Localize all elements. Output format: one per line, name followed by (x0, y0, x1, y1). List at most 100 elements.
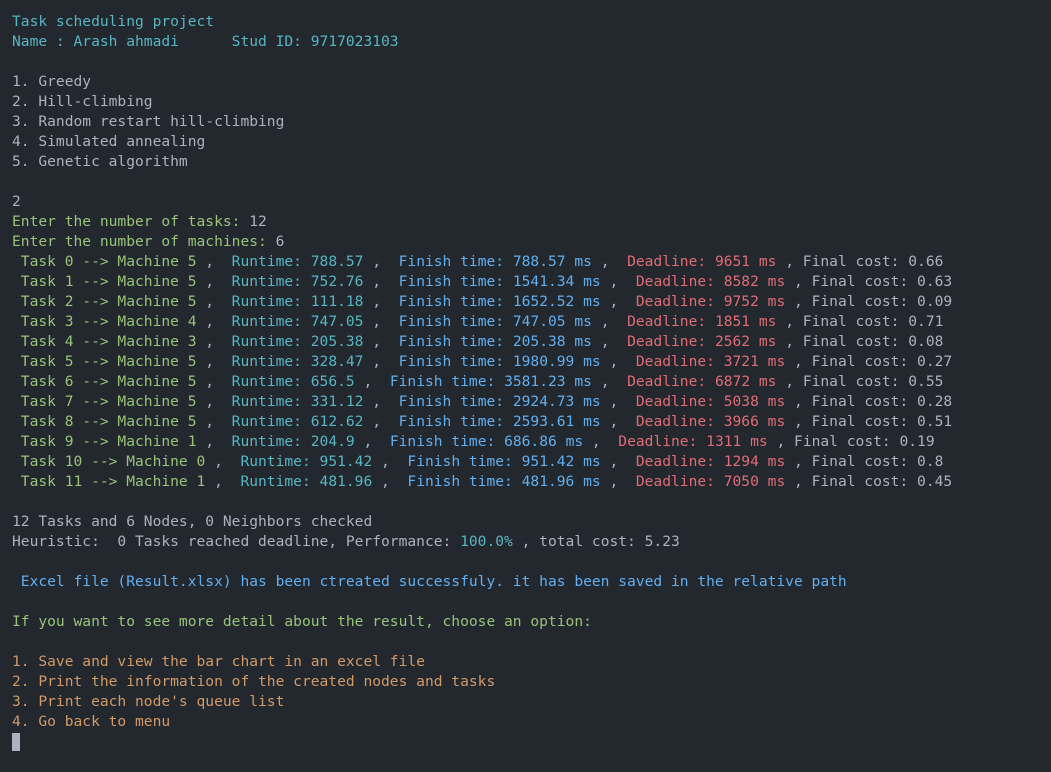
machines-prompt-label: Enter the number of machines: (12, 233, 276, 250)
sep: , (196, 313, 232, 330)
sep: , (196, 433, 232, 450)
sep: , (196, 373, 232, 390)
sep: , (363, 333, 399, 350)
sep: , (196, 333, 232, 350)
finish-time: Finish time: 686.86 ms (389, 433, 584, 450)
detail-option: 4. Go back to menu (12, 713, 171, 730)
deadline: Deadline: 8582 ms (635, 273, 786, 290)
task-label: Task 3 --> Machine 4 (12, 313, 197, 330)
sep: , (372, 473, 408, 490)
finish-time: Finish time: 747.05 ms (398, 313, 592, 330)
menu-item: 5. Genetic algorithm (12, 153, 188, 170)
detail-prompt: If you want to see more detail about the… (12, 613, 592, 630)
task-label: Task 8 --> Machine 5 (12, 413, 197, 430)
deadline: Deadline: 7050 ms (635, 473, 786, 490)
finish-time: Finish time: 951.42 ms (407, 453, 601, 470)
task-row: Task 7 --> Machine 5 , Runtime: 331.12 ,… (12, 392, 952, 412)
sep: , (600, 353, 636, 370)
sep: , (600, 453, 636, 470)
finish-time: Finish time: 481.96 ms (407, 473, 601, 490)
deadline: Deadline: 9651 ms (627, 253, 777, 270)
sep: , (591, 333, 628, 350)
sep: , (196, 253, 232, 270)
task-label: Task 0 --> Machine 5 (12, 253, 197, 270)
sep: , (363, 253, 399, 270)
heuristic-prefix: Heuristic: 0 Tasks reached deadline, Per… (12, 533, 461, 550)
sep: , (591, 253, 628, 270)
sep: , (196, 393, 232, 410)
sep: , (196, 413, 232, 430)
deadline: Deadline: 9752 ms (635, 293, 786, 310)
task-label: Task 11 --> Machine 1 (12, 473, 206, 490)
sep: , (600, 473, 636, 490)
final-cost: , Final cost: 0.09 (785, 293, 953, 310)
deadline: Deadline: 1851 ms (627, 313, 777, 330)
machines-prompt: Enter the number of machines: 6 (12, 232, 952, 252)
task-label: Task 5 --> Machine 5 (12, 353, 197, 370)
task-row: Task 10 --> Machine 0 , Runtime: 951.42 … (12, 452, 952, 472)
sep: , (205, 453, 241, 470)
performance-value: 100.0% (460, 533, 513, 550)
task-label: Task 4 --> Machine 3 (12, 333, 197, 350)
task-row: Task 4 --> Machine 3 , Runtime: 205.38 ,… (12, 332, 952, 352)
title: Task scheduling project (12, 13, 215, 30)
menu-item: 4. Simulated annealing (12, 133, 206, 150)
student-info: Name : Arash ahmadi Stud ID: 9717023103 (12, 32, 952, 52)
sep: , (363, 273, 399, 290)
sep: , (363, 413, 399, 430)
student-name: Name : Arash ahmadi (12, 33, 179, 50)
sep: , (363, 353, 399, 370)
finish-time: Finish time: 3581.23 ms (389, 373, 592, 390)
sep: , (205, 473, 241, 490)
sep: , (363, 293, 399, 310)
terminal-output: Task scheduling project Name : Arash ahm… (12, 12, 952, 752)
finish-time: Finish time: 788.57 ms (398, 253, 592, 270)
deadline: Deadline: 1294 ms (635, 453, 786, 470)
task-label: Task 6 --> Machine 5 (12, 373, 197, 390)
task-row: Task 11 --> Machine 1 , Runtime: 481.96 … (12, 472, 952, 492)
runtime: Runtime: 111.18 (231, 293, 364, 310)
finish-time: Finish time: 2593.61 ms (398, 413, 601, 430)
sep: , (196, 353, 232, 370)
task-row: Task 9 --> Machine 1 , Runtime: 204.9 , … (12, 432, 952, 452)
runtime: Runtime: 328.47 (231, 353, 364, 370)
deadline: Deadline: 3721 ms (635, 353, 786, 370)
menu-item: 2. Hill-climbing (12, 93, 153, 110)
sep: , (363, 313, 399, 330)
runtime: Runtime: 205.38 (231, 333, 364, 350)
runtime: Runtime: 612.62 (231, 413, 364, 430)
final-cost: , Final cost: 0.71 (776, 313, 944, 330)
deadline: Deadline: 6872 ms (627, 373, 777, 390)
tasks-prompt-label: Enter the number of tasks: (12, 213, 250, 230)
runtime: Runtime: 788.57 (231, 253, 364, 270)
text-cursor[interactable] (12, 733, 20, 751)
task-assignment-list: Task 0 --> Machine 5 , Runtime: 788.57 ,… (12, 252, 952, 492)
task-row: Task 1 --> Machine 5 , Runtime: 752.76 ,… (12, 272, 952, 292)
sep: , (583, 433, 619, 450)
heuristic-line: Heuristic: 0 Tasks reached deadline, Per… (12, 532, 952, 552)
task-label: Task 1 --> Machine 5 (12, 273, 197, 290)
sep: , (600, 293, 636, 310)
final-cost: , Final cost: 0.45 (785, 473, 953, 490)
deadline: Deadline: 3966 ms (635, 413, 786, 430)
final-cost: , Final cost: 0.19 (767, 433, 935, 450)
runtime: Runtime: 752.76 (231, 273, 364, 290)
finish-time: Finish time: 1541.34 ms (398, 273, 601, 290)
sep: , (591, 373, 628, 390)
final-cost: , Final cost: 0.51 (785, 413, 953, 430)
sep: , (196, 293, 232, 310)
finish-time: Finish time: 2924.73 ms (398, 393, 601, 410)
runtime: Runtime: 331.12 (231, 393, 364, 410)
menu-item: 1. Greedy (12, 73, 92, 90)
task-label: Task 10 --> Machine 0 (12, 453, 206, 470)
sep: , (354, 433, 390, 450)
runtime: Runtime: 747.05 (231, 313, 364, 330)
finish-time: Finish time: 1652.52 ms (398, 293, 601, 310)
task-row: Task 3 --> Machine 4 , Runtime: 747.05 ,… (12, 312, 952, 332)
sep: , (354, 373, 390, 390)
menu-item: 3. Random restart hill-climbing (12, 113, 285, 130)
runtime: Runtime: 656.5 (231, 373, 355, 390)
detail-option: 1. Save and view the bar chart in an exc… (12, 653, 425, 670)
sep: , (372, 453, 408, 470)
machines-prompt-value: 6 (275, 233, 285, 250)
